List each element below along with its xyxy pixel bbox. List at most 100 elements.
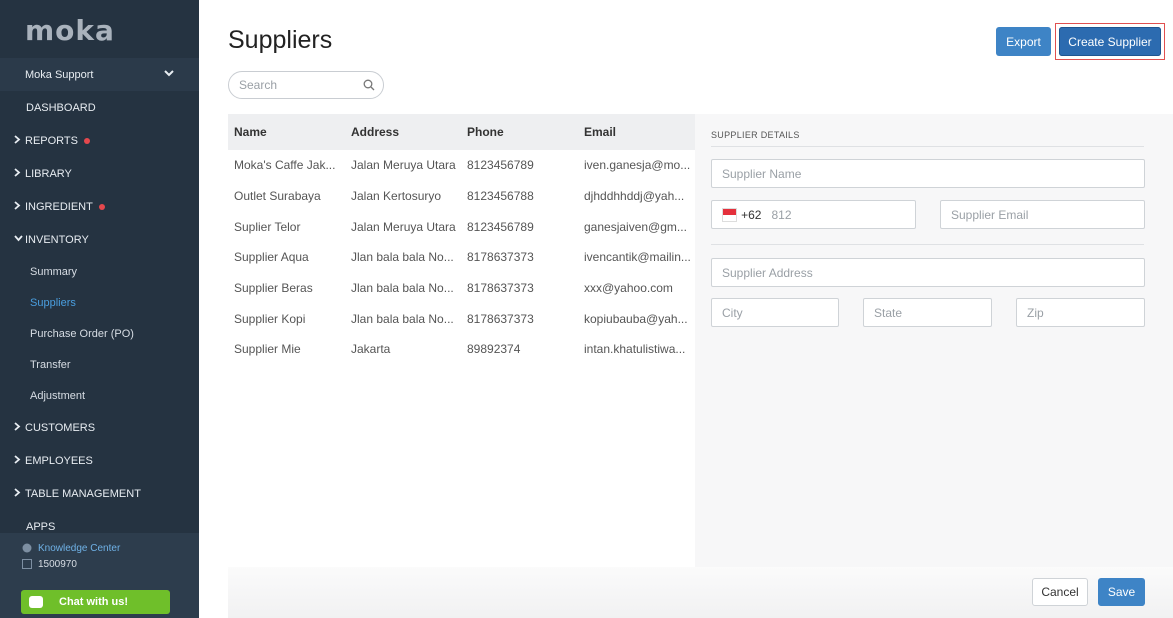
cell-address: Jlan bala bala No... [351,250,454,265]
cell-address: Jlan bala bala No... [351,281,454,296]
column-header-name[interactable]: Name [228,125,345,139]
sidebar-item-library[interactable]: LIBRARY [0,157,199,190]
cell-address: Jlan bala bala No... [351,311,454,326]
city-field [711,298,839,327]
phone-input[interactable] [771,207,905,222]
sidebar-item-customers[interactable]: CUSTOMERS [0,411,199,444]
account-switcher[interactable]: Moka Support [0,58,199,91]
table-row[interactable]: Supplier Beras Jlan bala bala No... 817863… [228,273,695,304]
column-header-address[interactable]: Address [345,125,461,139]
chevron-down-icon [14,234,25,245]
chat-button[interactable]: Chat with us! [21,590,170,614]
notification-dot [98,203,105,210]
sidebar-subitem-purchase-order[interactable]: Purchase Order (PO) [0,318,199,349]
sidebar-item-table-management[interactable]: TABLE MANAGEMENT [0,477,199,510]
indonesia-flag-icon[interactable] [722,207,738,222]
supplier-name-input[interactable] [722,166,1134,181]
sidebar-item-label: APPS [26,520,56,533]
table-row[interactable]: Outlet Surabaya Jalan Kertosuryo 812345678… [228,181,695,212]
table-header: Name Address Phone Email [228,114,695,150]
sidebar-item-label: DASHBOARD [26,101,96,114]
sidebar-item-label: INVENTORY [25,233,89,246]
knowledge-center-link[interactable]: Knowledge Center [0,540,199,556]
supplier-details-panel: SUPPLIER DETAILS +62 [695,114,1173,618]
notification-dot [83,137,90,144]
table-row[interactable]: Supplier Kopi Jlan bala bala No... 8178637… [228,303,695,334]
search-input[interactable] [239,78,357,92]
cell-phone: 8123456789 [467,219,534,234]
cell-phone: 8123456788 [467,189,534,204]
export-button[interactable]: Export [996,27,1051,56]
chevron-right-icon [14,134,25,147]
column-header-phone[interactable]: Phone [461,125,578,139]
details-title: SUPPLIER DETAILS [711,130,800,140]
cell-phone: 8178637373 [467,281,534,296]
column-header-email[interactable]: Email [578,125,695,139]
table-row[interactable]: Suplier Telor Jalan Meruya Utara 812345678… [228,211,695,242]
chat-bubble-icon [29,596,43,608]
table-body: Moka's Caffe Jak... Jalan Meruya Utara 812… [228,150,695,365]
cell-phone: 8178637373 [467,250,534,265]
cell-address: Jalan Kertosuryo [351,189,442,204]
chevron-right-icon [14,487,25,500]
cell-phone: 8123456789 [467,158,534,173]
sidebar-item-label: TABLE MANAGEMENT [25,487,141,500]
sidebar-item-employees[interactable]: EMPLOYEES [0,444,199,477]
cell-email: ganesjaiven@gm... [584,219,687,234]
cell-name: Suplier Telor [234,219,301,234]
cell-email: kopiubauba@yah... [584,311,688,326]
supplier-email-input[interactable] [951,207,1134,222]
sidebar: moka Moka Support DASHBOARD REPORTS LIBR… [0,0,199,618]
phone-icon [22,559,32,569]
search-icon[interactable] [363,79,375,91]
chevron-right-icon [14,167,25,180]
zip-input[interactable] [1027,305,1134,320]
cell-email: xxx@yahoo.com [584,281,673,296]
city-input[interactable] [722,305,828,320]
sidebar-subitem-transfer[interactable]: Transfer [0,349,199,380]
divider [711,146,1144,147]
chat-button-label: Chat with us! [59,596,129,608]
sidebar-item-ingredient[interactable]: INGREDIENT [0,190,199,223]
sidebar-subitem-suppliers[interactable]: Suppliers [0,287,199,318]
cell-name: Supplier Kopi [234,311,306,326]
zip-field [1016,298,1145,327]
cell-address: Jalan Meruya Utara [351,219,456,234]
state-input[interactable] [874,305,981,320]
cancel-button[interactable]: Cancel [1032,578,1088,606]
table-row[interactable]: Supplier Mie Jakarta 89892374 intan.khatuli… [228,334,695,365]
divider [711,244,1144,245]
cell-phone: 89892374 [467,342,521,357]
state-field [863,298,992,327]
chevron-right-icon [14,200,25,213]
cell-name: Supplier Aqua [234,250,309,265]
table-row[interactable]: Moka's Caffe Jak... Jalan Meruya Utara 812… [228,150,695,181]
sidebar-item-dashboard[interactable]: DASHBOARD [0,91,199,124]
chevron-down-icon [164,69,174,80]
table-row[interactable]: Supplier Aqua Jlan bala bala No... 8178637… [228,242,695,273]
cell-address: Jalan Meruya Utara [351,158,456,173]
cell-phone: 8178637373 [467,311,534,326]
cell-address: Jakarta [351,342,391,357]
sidebar-item-label: INGREDIENT [25,200,93,213]
cell-name: Moka's Caffe Jak... [234,158,336,173]
supplier-email-field [940,200,1145,229]
help-icon [22,543,32,553]
cell-name: Outlet Surabaya [234,189,321,204]
sidebar-item-label: LIBRARY [25,167,72,180]
supplier-address-field [711,258,1145,287]
supplier-address-input[interactable] [722,265,1134,280]
moka-logo[interactable]: moka [25,14,115,47]
page-title: Suppliers [228,26,333,54]
cell-name: Supplier Mie [234,342,301,357]
create-supplier-button[interactable]: Create Supplier [1059,27,1161,56]
sidebar-subitem-adjustment[interactable]: Adjustment [0,380,199,411]
cell-name: Supplier Beras [234,281,313,296]
save-button[interactable]: Save [1098,578,1145,606]
sidebar-item-reports[interactable]: REPORTS [0,124,199,157]
sidebar-subitem-summary[interactable]: Summary [0,256,199,287]
search-box [228,71,384,99]
sidebar-item-inventory[interactable]: INVENTORY [0,223,199,256]
chevron-right-icon [14,454,25,467]
support-phone-number: 1500970 [38,558,77,570]
